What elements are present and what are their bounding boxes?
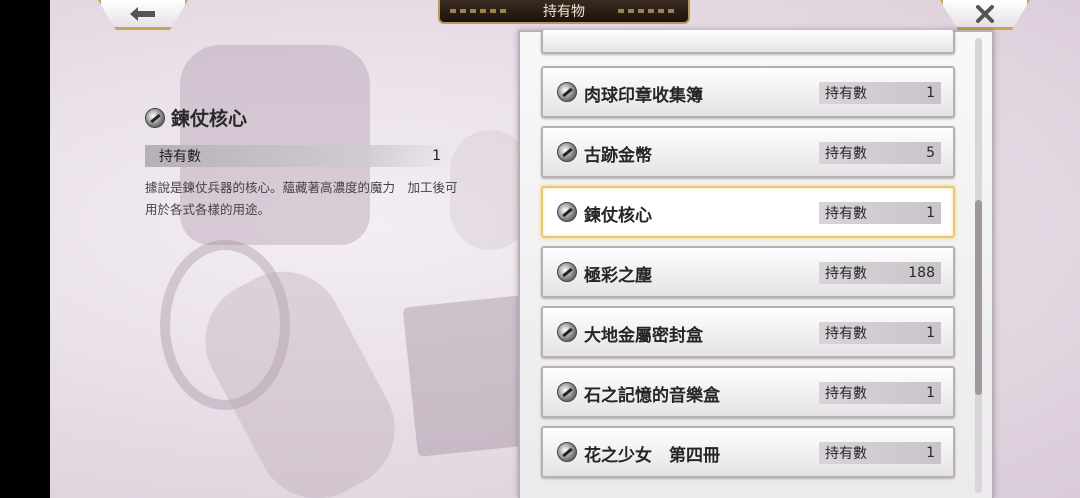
item-key-icon [557,322,577,342]
list-item-count: 持有數 1 [819,442,941,464]
list-item-name: 肉球印章收集簿 [584,86,703,106]
list-item-count: 持有數 5 [819,142,941,164]
list-item[interactable]: 肉球印章收集簿 持有數 1 [541,66,955,118]
detail-count-bar: 持有數 1 [145,145,453,167]
list-item-partial[interactable] [541,30,955,54]
item-detail-panel: 鍊仗核心 持有數 1 據說是鍊仗兵器的核心。蘊藏著高濃度的魔力 加工後可用於各式… [145,104,458,221]
list-item-name: 古跡金幣 [584,146,652,166]
list-item[interactable]: 大地金屬密封盒 持有數 1 [541,306,955,358]
list-count-value: 1 [926,445,935,461]
item-key-icon [145,107,165,128]
close-icon [976,4,994,23]
list-count-label: 持有數 [825,446,867,462]
list-item-name: 鍊仗核心 [584,206,652,226]
list-count-value: 5 [926,145,935,161]
detail-title: 鍊仗核心 [145,104,455,131]
list-count-label: 持有數 [825,266,867,282]
detail-count-value: 1 [432,148,441,164]
list-count-value: 1 [926,385,935,401]
list-item-name: 大地金屬密封盒 [584,326,703,346]
detail-count-label: 持有數 [159,149,201,165]
left-arrow-icon [130,6,155,21]
list-item[interactable]: 古跡金幣 持有數 5 [541,126,955,178]
list-item[interactable]: 石之記憶的音樂盒 持有數 1 [541,366,955,418]
list-count-value: 1 [926,85,935,101]
list-item-count: 持有數 1 [819,82,941,104]
list-item-count: 持有數 1 [819,322,941,344]
list-item-count: 持有數 188 [819,262,941,284]
list-item-count: 持有數 1 [819,202,941,224]
list-count-label: 持有數 [825,326,867,342]
item-key-icon [557,442,577,462]
list-count-label: 持有數 [825,146,867,162]
page-title: 持有物 [438,0,690,24]
item-key-icon [557,262,577,282]
item-key-icon [557,382,577,402]
detail-description: 據說是鍊仗兵器的核心。蘊藏著高濃度的魔力 加工後可用於各式各樣的用途。 [145,180,458,217]
item-key-icon [557,142,577,162]
list-item[interactable]: 極彩之塵 持有數 188 [541,246,955,298]
list-item-name: 極彩之塵 [584,266,652,286]
list-count-label: 持有數 [825,86,867,102]
list-count-value: 188 [908,265,935,281]
list-item-name: 花之少女 第四冊 [584,446,720,466]
detail-item-name: 鍊仗核心 [171,108,248,130]
list-count-label: 持有數 [825,206,867,222]
scrollbar-thumb[interactable] [975,200,982,395]
list-item[interactable]: 花之少女 第四冊 持有數 1 [541,426,955,478]
list-item-selected[interactable]: 鍊仗核心 持有數 1 [541,186,955,238]
item-key-icon [557,82,577,102]
list-count-value: 1 [926,325,935,341]
list-item-count: 持有數 1 [819,382,941,404]
list-count-value: 1 [926,205,935,221]
list-item-name: 石之記憶的音樂盒 [584,386,720,406]
list-count-label: 持有數 [825,386,867,402]
item-key-icon [557,202,577,222]
